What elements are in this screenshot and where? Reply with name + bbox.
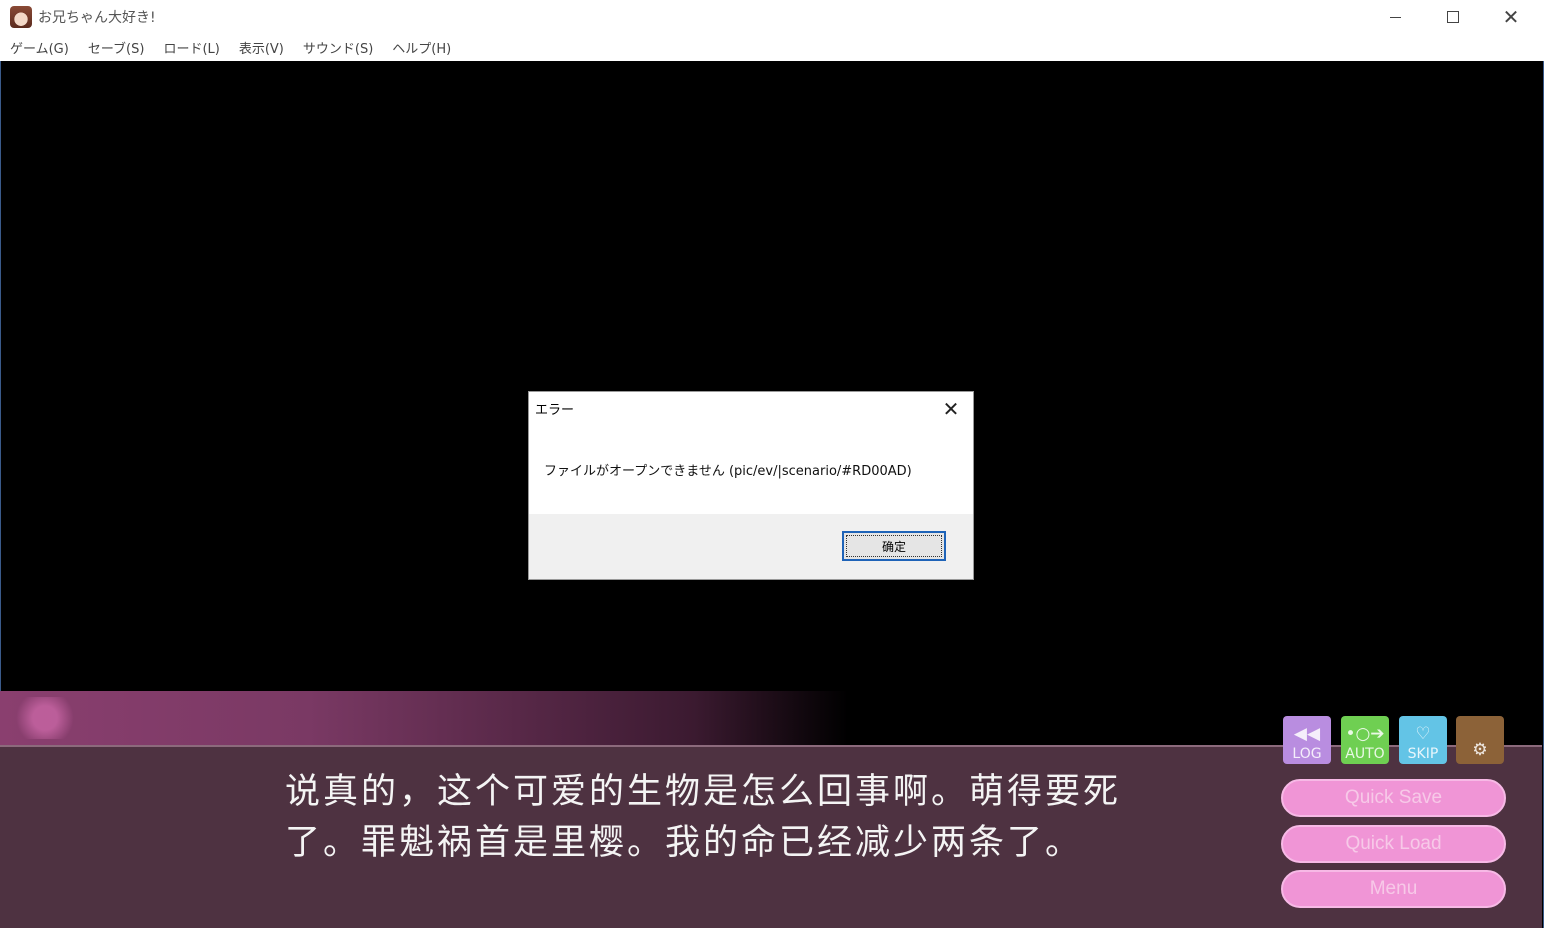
auto-icon: •○➔	[1345, 724, 1385, 744]
quick-save-button[interactable]: Quick Save	[1281, 779, 1506, 817]
auto-label: AUTO	[1345, 746, 1385, 762]
maximize-icon	[1447, 11, 1459, 23]
dialog-message: ファイルがオープンできません (pic/ev/|scenario/#RD00AD…	[544, 464, 912, 479]
menu-button[interactable]: Menu	[1281, 870, 1506, 908]
gear-icon: ⚙	[1472, 740, 1488, 760]
error-dialog: エラー ✕ ファイルがオープンできません (pic/ev/|scenario/#…	[529, 392, 973, 579]
skip-label: SKIP	[1407, 746, 1439, 762]
menu-help[interactable]: ヘルプ(H)	[383, 38, 460, 57]
title-bar: お兄ちゃん大好き! ✕	[0, 0, 1544, 34]
log-button[interactable]: ◀◀ LOG	[1283, 716, 1331, 764]
menu-sound[interactable]: サウンド(S)	[294, 38, 382, 57]
dialogue-text: 说真的，这个可爱的生物是怎么回事啊。萌得要死 了。罪魁祸首是里樱。我的命已经减少…	[285, 767, 1165, 869]
app-icon	[10, 6, 32, 28]
close-button[interactable]: ✕	[1482, 0, 1540, 34]
dialog-close-button[interactable]: ✕	[937, 395, 965, 423]
skip-button[interactable]: ♡ SKIP	[1399, 716, 1447, 764]
dialog-footer: 确定	[529, 514, 973, 579]
quick-load-button[interactable]: Quick Load	[1281, 825, 1506, 863]
dialogue-line-2: 了。罪魁祸首是里樱。我的命已经减少两条了。	[285, 823, 1084, 863]
dialogue-line-1: 说真的，这个可爱的生物是怎么回事啊。萌得要死	[285, 772, 1122, 812]
menu-view[interactable]: 表示(V)	[230, 38, 293, 57]
close-icon: ✕	[1502, 5, 1520, 29]
menu-load[interactable]: ロード(L)	[154, 38, 228, 57]
game-window: お兄ちゃん大好き! ✕ ゲーム(G) セーブ(S) ロード(L) 表示(V) サ…	[0, 0, 1544, 928]
rewind-icon: ◀◀	[1293, 724, 1321, 744]
config-button[interactable]: ⚙	[1456, 716, 1504, 764]
strip-decoration	[10, 697, 80, 739]
window-title: お兄ちゃん大好き!	[38, 10, 156, 26]
skip-icon: ♡	[1415, 724, 1431, 744]
minimize-icon	[1389, 16, 1401, 18]
maximize-button[interactable]	[1424, 0, 1482, 34]
dialog-title: エラー	[535, 403, 575, 418]
close-icon: ✕	[942, 397, 960, 421]
ok-button[interactable]: 确定	[842, 531, 946, 561]
menu-bar: ゲーム(G) セーブ(S) ロード(L) 表示(V) サウンド(S) ヘルプ(H…	[0, 34, 1544, 60]
menu-game[interactable]: ゲーム(G)	[1, 38, 78, 57]
menu-save[interactable]: セーブ(S)	[79, 38, 154, 57]
auto-button[interactable]: •○➔ AUTO	[1341, 716, 1389, 764]
log-label: LOG	[1292, 746, 1322, 762]
minimize-button[interactable]	[1366, 0, 1424, 34]
